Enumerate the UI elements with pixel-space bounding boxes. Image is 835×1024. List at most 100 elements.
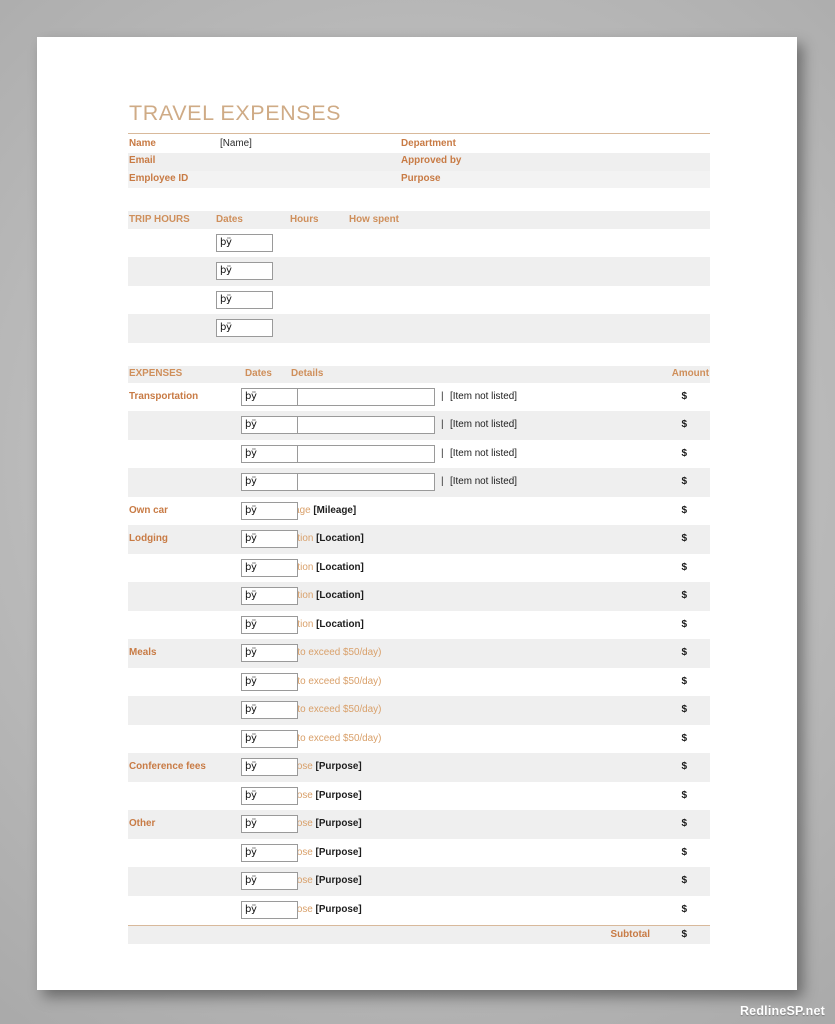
expense-amount-value[interactable]: $ — [681, 476, 687, 487]
expense-date-input[interactable]: þÿ — [241, 701, 298, 720]
label-email: Email — [129, 155, 156, 167]
expenses-row: (Not to exceed $50/day) þÿ $ — [128, 696, 710, 725]
expense-date-input[interactable]: þÿ — [241, 672, 298, 691]
subtotal-label: Subtotal — [610, 928, 651, 940]
expense-amount-value[interactable]: $ — [681, 647, 687, 658]
expense-amount-value[interactable]: $ — [681, 790, 687, 801]
expenses-row: Own carMileage [Mileage]þÿ$ — [128, 496, 710, 526]
expenses-row: Purpose [Purpose]þÿ$ — [128, 867, 710, 896]
expense-separator: | — [441, 390, 444, 402]
label-employee-id: Employee ID — [129, 172, 189, 184]
expense-amount-value[interactable]: $ — [681, 505, 687, 516]
trip-hours-header-dates: Dates — [216, 213, 243, 225]
expense-amount-value[interactable]: $ — [681, 676, 687, 687]
expense-date-input[interactable]: þÿ — [241, 473, 298, 492]
trip-hours-date-value: þÿ — [220, 293, 232, 305]
expense-date-input[interactable]: þÿ — [241, 444, 298, 463]
trip-hours-date-input[interactable]: þÿ — [216, 290, 273, 309]
expenses-row: Purpose [Purpose]þÿ$ — [128, 781, 710, 811]
expense-note-text: [Item not listed] — [450, 447, 517, 459]
expense-date-input[interactable]: þÿ — [241, 558, 298, 577]
expense-hint-placeholder: [Location] — [316, 533, 364, 545]
expense-date-input[interactable]: þÿ — [241, 644, 298, 663]
value-name[interactable]: [Name] — [220, 138, 252, 149]
expense-category-label: Transportation — [129, 390, 199, 402]
expense-amount-value[interactable]: $ — [681, 761, 687, 772]
expense-amount-value[interactable]: $ — [681, 590, 687, 601]
expense-amount-value[interactable]: $ — [681, 875, 687, 886]
trip-hours-date-input[interactable]: þÿ — [216, 233, 273, 252]
expense-amount-value[interactable]: $ — [681, 619, 687, 630]
expense-date-input[interactable]: þÿ — [241, 758, 298, 777]
expense-category-label: Meals — [129, 647, 157, 659]
expense-separator: | — [441, 476, 444, 488]
expense-date-value: þÿ — [245, 675, 257, 687]
expense-details-input[interactable] — [297, 444, 435, 463]
expense-date-value: þÿ — [245, 704, 257, 716]
expense-date-value: þÿ — [245, 590, 257, 602]
label-name: Name — [129, 138, 156, 149]
info-block: Name [Name] Department Email Approved by… — [128, 136, 710, 189]
expense-amount-value[interactable]: $ — [681, 904, 687, 915]
trip-hours-date-input[interactable]: þÿ — [216, 262, 273, 281]
trip-hours-date-input[interactable]: þÿ — [216, 319, 273, 338]
expense-date-value: þÿ — [245, 476, 257, 488]
expenses-header-dates: Dates — [245, 368, 272, 380]
expense-category-label: Own car — [129, 504, 168, 516]
expense-date-input[interactable]: þÿ — [241, 786, 298, 805]
expense-date-value: þÿ — [245, 390, 257, 402]
expense-date-input[interactable]: þÿ — [241, 900, 298, 919]
expenses-header-section: EXPENSES — [129, 368, 183, 380]
expense-amount-value[interactable]: $ — [681, 733, 687, 744]
expense-date-value: þÿ — [245, 875, 257, 887]
subtotal-amount[interactable]: $ — [681, 929, 687, 940]
expense-date-value: þÿ — [245, 846, 257, 858]
expenses-row: Location [Location]þÿ$ — [128, 610, 710, 640]
expense-date-input[interactable]: þÿ — [241, 387, 298, 406]
expense-amount-value[interactable]: $ — [681, 448, 687, 459]
expense-details-input[interactable] — [297, 387, 435, 406]
trip-hours-table: TRIP HOURS Dates Hours How spent þÿ þÿ þÿ þ… — [128, 211, 710, 343]
expense-details-input[interactable] — [297, 473, 435, 492]
label-purpose: Purpose — [401, 172, 441, 184]
spacer-after-info — [128, 188, 710, 211]
screenshot-canvas: TRAVEL EXPENSES Name [Name] Department E… — [0, 0, 835, 1024]
expense-category-label: Other — [129, 818, 156, 830]
expenses-row: (Not to exceed $50/day) þÿ $ — [128, 667, 710, 697]
page-title: TRAVEL EXPENSES — [129, 101, 342, 125]
expense-date-input[interactable]: þÿ — [241, 530, 298, 549]
expense-amount-value[interactable]: $ — [681, 818, 687, 829]
subtotal-row: Subtotal $ — [128, 926, 710, 944]
document-body: TRAVEL EXPENSES Name [Name] Department E… — [128, 101, 710, 944]
expense-amount-value[interactable]: $ — [681, 533, 687, 544]
expense-date-input[interactable]: þÿ — [241, 587, 298, 606]
expense-amount-value[interactable]: $ — [681, 704, 687, 715]
expense-date-input[interactable]: þÿ — [241, 729, 298, 748]
expense-date-value: þÿ — [245, 647, 257, 659]
expense-amount-value[interactable]: $ — [681, 562, 687, 573]
expense-date-input[interactable]: þÿ — [241, 815, 298, 834]
expense-date-input[interactable]: þÿ — [241, 615, 298, 634]
expenses-header-details: Details — [291, 368, 324, 380]
expense-date-input[interactable]: þÿ — [241, 416, 298, 435]
expense-date-value: þÿ — [245, 504, 257, 516]
expense-date-value: þÿ — [245, 789, 257, 801]
expense-amount-value[interactable]: $ — [681, 391, 687, 402]
expense-amount-value[interactable]: $ — [681, 419, 687, 430]
expenses-rows: Transportation | [Item not listed] þÿ $ | [Ite… — [128, 382, 710, 925]
expense-date-value: þÿ — [245, 903, 257, 915]
expense-date-input[interactable]: þÿ — [241, 501, 298, 520]
expense-date-input[interactable]: þÿ — [241, 872, 298, 891]
expense-date-input[interactable]: þÿ — [241, 843, 298, 862]
spacer-after-trip-hours — [128, 343, 710, 366]
expense-hint-placeholder: [Mileage] — [313, 504, 357, 516]
trip-hours-header-row: TRIP HOURS Dates Hours How spent — [128, 211, 710, 229]
expenses-row: LodgingLocation [Location]þÿ$ — [128, 525, 710, 554]
expense-details-input[interactable] — [297, 416, 435, 435]
expense-hint-placeholder: [Purpose] — [315, 789, 362, 801]
trip-hours-row: þÿ — [128, 314, 710, 343]
expense-note-text: [Item not listed] — [450, 476, 517, 488]
expense-hint-placeholder: [Purpose] — [315, 846, 362, 858]
expenses-row: Purpose [Purpose]þÿ$ — [128, 895, 710, 925]
expense-amount-value[interactable]: $ — [681, 847, 687, 858]
